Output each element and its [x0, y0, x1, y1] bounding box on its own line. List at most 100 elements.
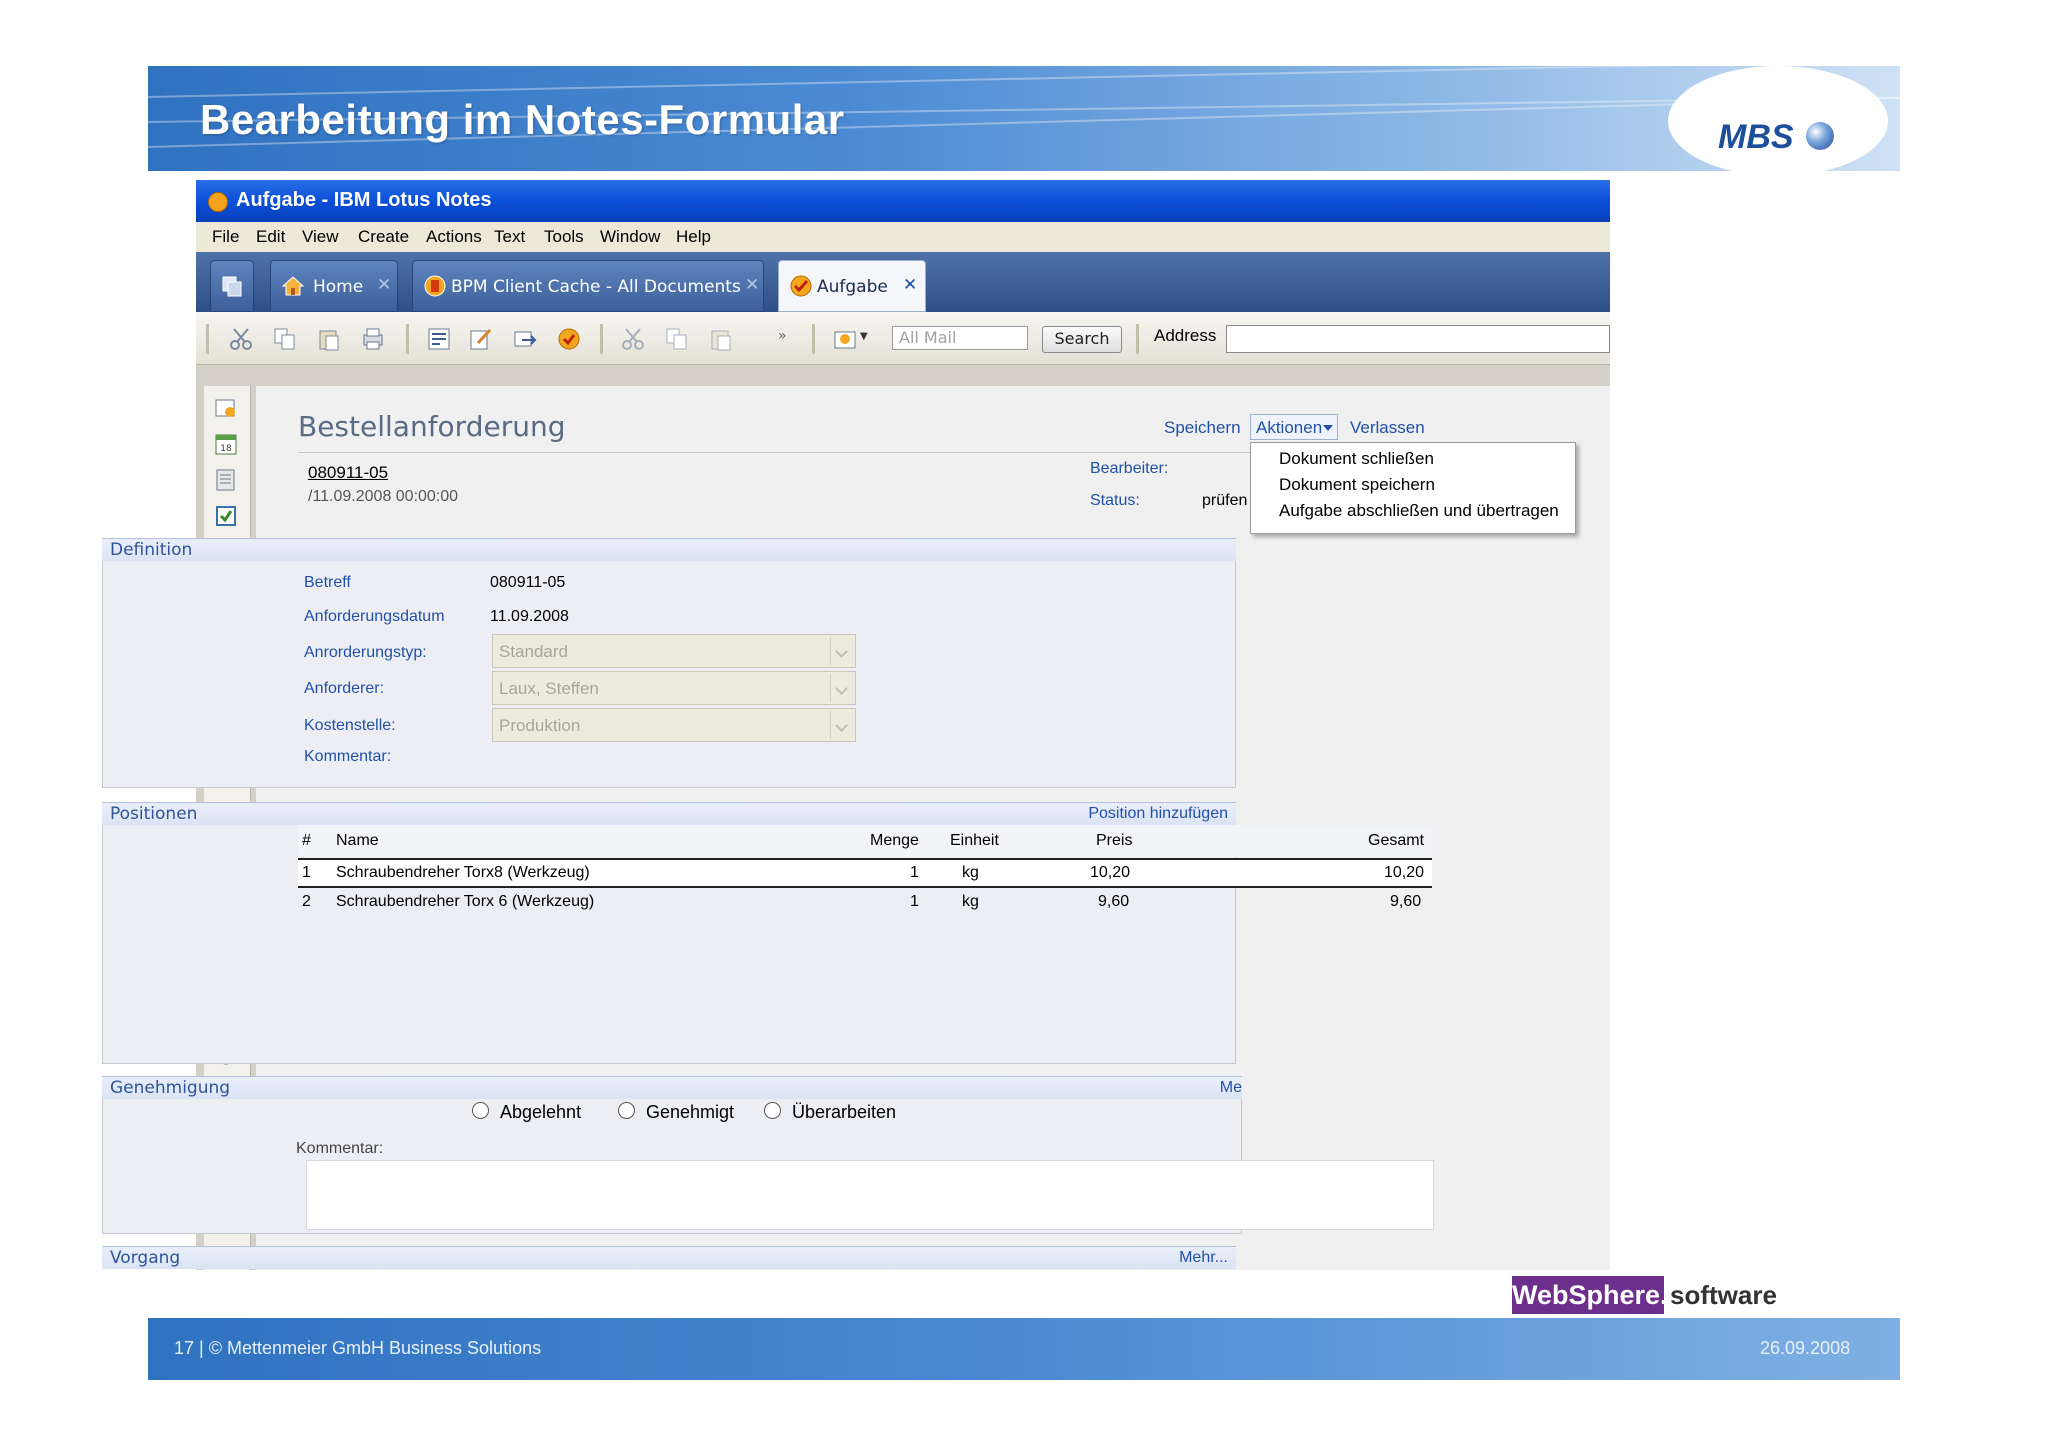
- tab-bpm-label: BPM Client Cache - All Documents: [451, 277, 741, 297]
- leave-link[interactable]: Verlassen: [1350, 418, 1425, 438]
- svg-text:18: 18: [220, 444, 232, 454]
- menu-actions[interactable]: Actions: [426, 227, 482, 247]
- menu-edit[interactable]: Edit: [256, 227, 285, 247]
- tab-bpm-client-cache[interactable]: BPM Client Cache - All Documents ✕: [412, 260, 764, 312]
- toolbar-overflow-chevron-icon[interactable]: »: [778, 328, 787, 344]
- aktionen-dropdown-button[interactable]: Aktionen: [1250, 414, 1338, 440]
- radio-genehmigt-label: Genehmigt: [646, 1102, 735, 1122]
- menu-window[interactable]: Window: [600, 227, 660, 247]
- row-1-menge: 1: [910, 864, 919, 881]
- tab-bar: Home ✕ BPM Client Cache - All Documents …: [196, 252, 1610, 312]
- toolbar-separator: [600, 324, 603, 354]
- row-2-name: Schraubendreher Torx 6 (Werkzeug): [336, 893, 595, 910]
- genehmigung-more-link[interactable]: Me: [1220, 1079, 1242, 1097]
- add-position-link[interactable]: Position hinzufügen: [1088, 805, 1228, 823]
- toolbar-separator: [406, 324, 409, 354]
- websphere-logo: WebSphere.: [1512, 1276, 1668, 1314]
- genehmigung-kommentar-input[interactable]: [306, 1160, 1434, 1230]
- mail-search-icon[interactable]: [832, 326, 858, 352]
- search-button[interactable]: Search: [1042, 326, 1122, 353]
- menu-item-close-document[interactable]: Dokument schließen: [1279, 449, 1434, 469]
- radio-genehmigt[interactable]: [618, 1102, 635, 1119]
- workflow-icon[interactable]: [556, 326, 582, 352]
- close-icon[interactable]: ✕: [377, 275, 391, 295]
- menu-item-save-document[interactable]: Dokument speichern: [1279, 475, 1435, 495]
- aktionen-label: Aktionen: [1256, 418, 1323, 437]
- chevron-down-icon: [830, 637, 853, 665]
- websphere-software-text: software: [1670, 1280, 1777, 1310]
- edit-document-icon[interactable]: [468, 326, 494, 352]
- betreff-value: 080911-05: [490, 574, 566, 591]
- copy-icon[interactable]: [272, 326, 298, 352]
- status-label: Status:: [1090, 492, 1140, 509]
- vorgang-title: Vorgang: [110, 1248, 181, 1268]
- anforderungsdatum-value: 11.09.2008: [490, 608, 569, 625]
- lotus-notes-icon: [424, 275, 446, 297]
- contacts-icon[interactable]: [214, 468, 238, 492]
- menu-create[interactable]: Create: [358, 227, 409, 247]
- row-2-preis: 9,60: [1098, 893, 1130, 910]
- anforderungstyp-label: Anrorderungstyp:: [304, 644, 427, 661]
- kostenstelle-label: Kostenstelle:: [304, 717, 396, 734]
- col-header-nr: #: [302, 832, 311, 849]
- forward-icon[interactable]: [512, 326, 538, 352]
- copy-icon[interactable]: [664, 326, 690, 352]
- col-header-einheit: Einheit: [950, 832, 999, 849]
- calendar-icon[interactable]: 18: [214, 432, 238, 456]
- mail-icon[interactable]: [214, 396, 238, 420]
- menu-file[interactable]: File: [212, 227, 239, 247]
- toolbar-grip: [206, 324, 209, 354]
- row-1-einheit: kg: [962, 864, 979, 881]
- todo-icon[interactable]: [214, 504, 238, 528]
- radio-ueberarbeiten[interactable]: [764, 1102, 781, 1119]
- open-list-icon: [222, 276, 242, 297]
- anforderer-select[interactable]: Laux, Steffen: [492, 671, 856, 705]
- paste-icon[interactable]: [316, 326, 342, 352]
- chevron-down-icon: [1323, 425, 1333, 431]
- save-link[interactable]: Speichern: [1164, 418, 1241, 438]
- chevron-down-icon[interactable]: ▼: [860, 331, 868, 342]
- tab-home[interactable]: Home ✕: [270, 260, 398, 312]
- window-title: Aufgabe - IBM Lotus Notes: [236, 189, 492, 211]
- kostenstelle-select[interactable]: Produktion: [492, 708, 856, 742]
- anforderungstyp-select[interactable]: Standard: [492, 634, 856, 668]
- close-icon[interactable]: ✕: [745, 275, 759, 295]
- row-2-einheit: kg: [962, 893, 979, 910]
- menu-help[interactable]: Help: [676, 227, 711, 247]
- window-titlebar[interactable]: Aufgabe - IBM Lotus Notes: [196, 180, 1610, 222]
- genehmigung-header: Genehmigung Me: [102, 1076, 1242, 1099]
- aktionen-menu: Dokument schließen Dokument speichern Au…: [1250, 442, 1576, 534]
- form-title: Bestellanforderung: [298, 410, 566, 443]
- open-list-button[interactable]: [210, 260, 254, 312]
- bearbeiter-label: Bearbeiter:: [1090, 460, 1169, 477]
- genehmigung-kommentar-label: Kommentar:: [296, 1140, 384, 1157]
- definition-header: Definition: [102, 538, 1236, 561]
- cut-icon[interactable]: [228, 326, 254, 352]
- lotus-notes-icon: [208, 192, 228, 212]
- col-header-gesamt: Gesamt: [1368, 832, 1425, 849]
- vorgang-header: Vorgang Mehr...: [102, 1246, 1236, 1269]
- address-input[interactable]: [1226, 325, 1610, 353]
- table-header: [298, 825, 1432, 857]
- row-divider: [298, 886, 1432, 888]
- close-icon[interactable]: ✕: [903, 275, 917, 295]
- vorgang-more-link[interactable]: Mehr...: [1179, 1249, 1228, 1267]
- menu-tools[interactable]: Tools: [544, 227, 584, 247]
- slide-title: Bearbeitung im Notes-Formular: [200, 96, 845, 143]
- document-date: /11.09.2008 00:00:00: [308, 488, 459, 505]
- col-header-menge: Menge: [870, 832, 919, 849]
- menu-item-complete-task[interactable]: Aufgabe abschließen und übertragen: [1279, 501, 1559, 521]
- genehmigung-title: Genehmigung: [110, 1078, 231, 1098]
- form-icon[interactable]: [426, 326, 452, 352]
- menu-view[interactable]: View: [302, 227, 339, 247]
- search-scope-input[interactable]: All Mail: [892, 326, 1028, 350]
- tab-aufgabe[interactable]: Aufgabe ✕: [778, 260, 926, 312]
- paste-icon[interactable]: [708, 326, 734, 352]
- radio-abgelehnt[interactable]: [472, 1102, 489, 1119]
- anforderungsdatum-label: Anforderungsdatum: [304, 608, 445, 625]
- print-icon[interactable]: [360, 326, 386, 352]
- footer-text: 17 | © Mettenmeier GmbH Business Solutio…: [174, 1338, 542, 1358]
- toolbar-separator: [812, 324, 815, 354]
- menu-text[interactable]: Text: [494, 227, 525, 247]
- cut-icon[interactable]: [620, 326, 646, 352]
